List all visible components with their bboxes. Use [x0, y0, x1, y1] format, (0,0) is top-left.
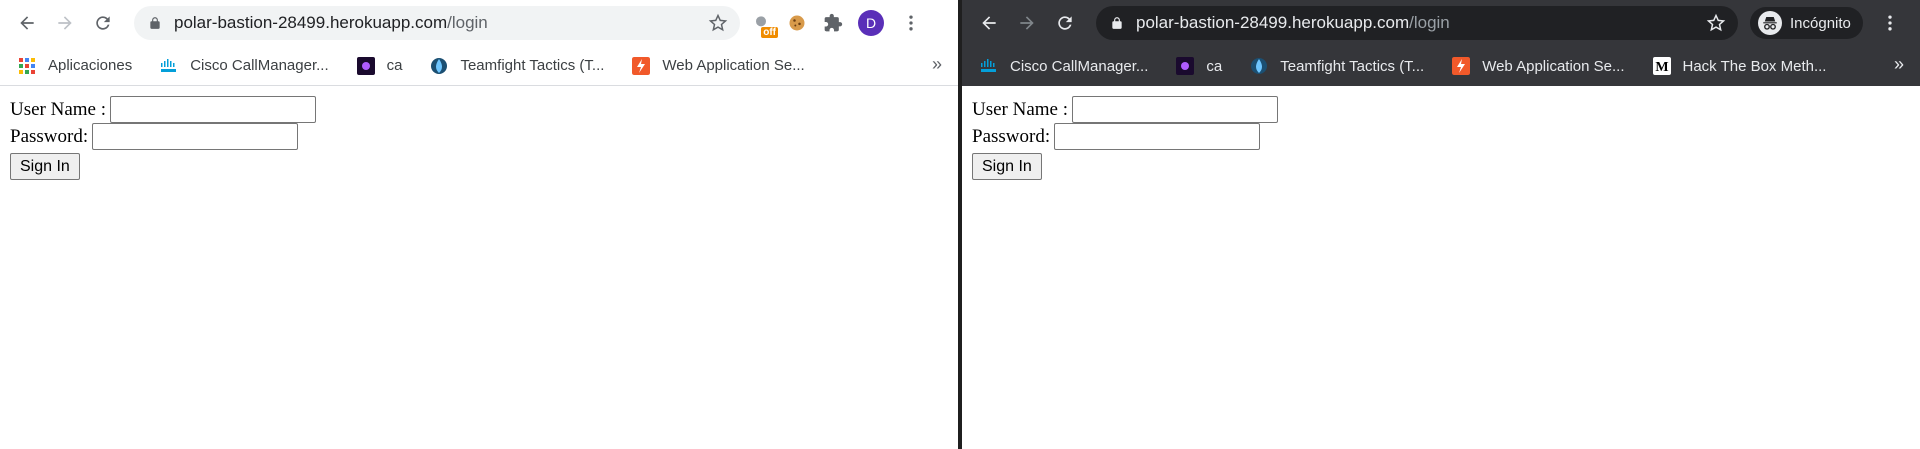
kebab-menu-icon [1888, 15, 1892, 31]
incognito-indicator[interactable]: Incógnito [1750, 7, 1863, 39]
browser-window-normal: polar-bastion-28499.herokuapp.com/login … [0, 0, 958, 449]
menu-button[interactable] [896, 8, 926, 38]
url-text: polar-bastion-28499.herokuapp.com/login [174, 13, 488, 33]
forward-button[interactable] [48, 6, 82, 40]
forward-button[interactable] [1010, 6, 1044, 40]
drop-icon [431, 57, 448, 74]
bookmark-label: Cisco CallManager... [1010, 57, 1149, 75]
reload-icon [1058, 16, 1072, 30]
bookmark-web-app[interactable]: Web Application Se... [624, 52, 812, 80]
cisco-icon [981, 59, 996, 72]
browser-toolbar: polar-bastion-28499.herokuapp.com/login … [0, 0, 958, 46]
extensions-button[interactable] [818, 8, 848, 38]
bookmark-label: Hack The Box Meth... [1682, 57, 1827, 75]
forward-arrow-icon [58, 16, 72, 30]
password-input[interactable] [1054, 123, 1261, 150]
bookmark-star-icon[interactable] [708, 13, 728, 33]
bookmark-cisco[interactable]: Cisco CallManager... [152, 52, 336, 80]
browser-toolbar: polar-bastion-28499.herokuapp.com/login … [962, 0, 1920, 46]
bookmark-star-icon[interactable] [1706, 13, 1726, 33]
apps-grid-icon [19, 57, 35, 74]
purple-badge-icon [356, 56, 375, 75]
bookmarks-bar: Cisco CallManager... ca Teamfight Tactic… [962, 46, 1920, 86]
username-input[interactable] [110, 96, 317, 123]
username-row: User Name : [972, 96, 1920, 123]
bookmark-ca[interactable]: ca [1168, 52, 1230, 80]
address-bar[interactable]: polar-bastion-28499.herokuapp.com/login [1096, 6, 1738, 40]
login-page: User Name : Password: Sign In [0, 86, 958, 449]
menu-button[interactable] [1875, 8, 1905, 38]
extension-off-badge: off [761, 27, 778, 38]
back-arrow-icon [982, 16, 996, 30]
reload-button[interactable] [86, 6, 120, 40]
cisco-icon [161, 58, 177, 72]
bookmark-label: Web Application Se... [1482, 57, 1625, 75]
url-path: /login [447, 13, 488, 32]
sign-in-button[interactable]: Sign In [972, 153, 1042, 180]
medium-m-icon: M [1652, 57, 1671, 75]
reload-icon [96, 16, 110, 30]
username-row: User Name : [10, 96, 958, 123]
purple-badge-icon [1176, 57, 1195, 75]
lock-icon [1112, 17, 1122, 29]
bookmark-ca[interactable]: ca [349, 52, 411, 80]
bookmark-label: ca [386, 57, 403, 74]
bookmark-teamfight[interactable]: Teamfight Tactics (T... [422, 52, 612, 80]
lightning-icon [1452, 57, 1471, 75]
forward-arrow-icon [1020, 16, 1034, 30]
back-button[interactable] [10, 6, 44, 40]
bookmark-teamfight[interactable]: Teamfight Tactics (T... [1242, 52, 1432, 80]
bookmark-web-app[interactable]: Web Application Se... [1444, 52, 1632, 80]
username-label: User Name : [10, 98, 107, 120]
lightning-icon [632, 56, 651, 75]
bookmark-label: Teamfight Tactics (T... [1280, 57, 1425, 75]
url-host: polar-bastion-28499.herokuapp.com [174, 13, 448, 32]
url-path: /login [1409, 13, 1450, 32]
bookmark-label: Teamfight Tactics (T... [460, 57, 605, 74]
drop-icon [1251, 58, 1268, 74]
incognito-label: Incógnito [1790, 14, 1851, 32]
svg-text:M: M [1655, 60, 1668, 75]
url-host: polar-bastion-28499.herokuapp.com [1136, 13, 1410, 32]
sign-in-button[interactable]: Sign In [10, 153, 80, 180]
password-input[interactable] [92, 123, 299, 150]
address-bar[interactable]: polar-bastion-28499.herokuapp.com/login [134, 6, 740, 40]
kebab-menu-icon [909, 15, 913, 31]
reload-button[interactable] [1048, 6, 1082, 40]
bookmark-hack-the-box[interactable]: M Hack The Box Meth... [1645, 52, 1835, 80]
password-row: Password: [10, 123, 958, 150]
bookmarks-bar: Aplicaciones Cisco CallManager... ca Tea… [0, 46, 958, 86]
cookie-extension-button[interactable] [782, 8, 812, 38]
password-row: Password: [972, 123, 1920, 150]
cookie-icon [789, 15, 805, 31]
login-page: User Name : Password: Sign In [962, 86, 1920, 449]
browser-window-incognito: polar-bastion-28499.herokuapp.com/login … [962, 0, 1920, 449]
back-arrow-icon [20, 16, 34, 30]
more-bookmarks-button[interactable]: » [932, 54, 942, 75]
incognito-icon [1758, 11, 1782, 35]
profile-avatar[interactable]: D [858, 10, 884, 36]
bookmark-label: Aplicaciones [48, 57, 133, 74]
bookmark-apps[interactable]: Aplicaciones [10, 52, 140, 80]
password-label: Password: [10, 125, 89, 147]
puzzle-icon [824, 13, 843, 32]
lock-icon [150, 17, 160, 29]
more-bookmarks-button[interactable]: » [1894, 54, 1904, 75]
extension-off-button[interactable]: off [746, 8, 778, 38]
bookmark-label: Cisco CallManager... [190, 57, 329, 74]
password-label: Password: [972, 125, 1051, 147]
username-label: User Name : [972, 98, 1069, 120]
bookmark-label: Web Application Se... [662, 57, 805, 74]
url-text: polar-bastion-28499.herokuapp.com/login [1136, 13, 1450, 33]
username-input[interactable] [1072, 96, 1279, 123]
bookmark-cisco[interactable]: Cisco CallManager... [972, 52, 1156, 80]
bookmark-label: ca [1206, 57, 1223, 75]
back-button[interactable] [972, 6, 1006, 40]
